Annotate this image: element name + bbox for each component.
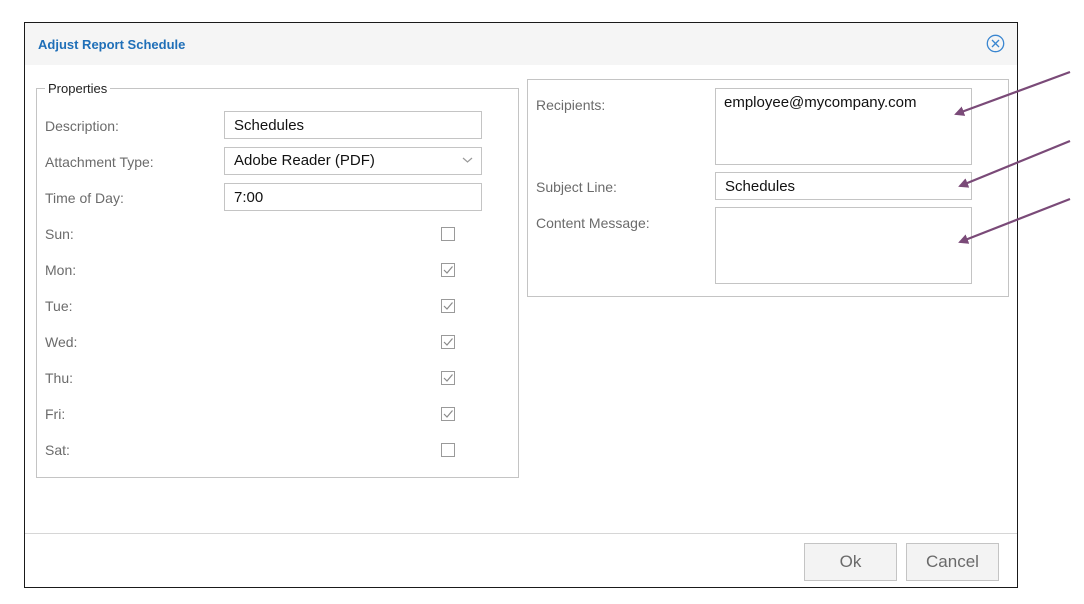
checkmark-icon xyxy=(443,374,453,382)
day-checkbox[interactable] xyxy=(441,371,455,385)
day-checkbox[interactable] xyxy=(441,263,455,277)
attachment-type-label: Attachment Type: xyxy=(45,154,154,170)
checkmark-icon xyxy=(443,338,453,346)
footer-divider xyxy=(25,533,1017,534)
day-label: Sun: xyxy=(45,226,74,242)
ok-button[interactable]: Ok xyxy=(804,543,897,581)
day-label: Tue: xyxy=(45,298,73,314)
day-label: Sat: xyxy=(45,442,70,458)
content-message-input[interactable] xyxy=(715,207,972,284)
time-of-day-input[interactable] xyxy=(224,183,482,211)
day-checkbox[interactable] xyxy=(441,407,455,421)
checkmark-icon xyxy=(443,302,453,310)
subject-line-input[interactable] xyxy=(715,172,972,200)
attachment-type-value: Adobe Reader (PDF) xyxy=(234,152,375,169)
description-input[interactable] xyxy=(224,111,482,139)
day-label: Mon: xyxy=(45,262,77,278)
dialog-title: Adjust Report Schedule xyxy=(38,37,186,52)
time-of-day-label: Time of Day: xyxy=(45,190,124,206)
recipients-input[interactable]: employee@mycompany.com xyxy=(715,88,972,165)
properties-legend: Properties xyxy=(48,81,108,96)
close-icon[interactable] xyxy=(986,34,1005,53)
checkmark-icon xyxy=(443,410,453,418)
checkmark-icon xyxy=(443,266,453,274)
dialog-titlebar: Adjust Report Schedule xyxy=(25,23,1017,65)
day-checkbox[interactable] xyxy=(441,299,455,313)
attachment-type-select[interactable]: Adobe Reader (PDF) xyxy=(224,147,482,175)
description-label: Description: xyxy=(45,118,119,134)
day-checkbox[interactable] xyxy=(441,227,455,241)
day-label: Wed: xyxy=(45,334,78,350)
day-checkbox[interactable] xyxy=(441,335,455,349)
day-checkbox[interactable] xyxy=(441,443,455,457)
recipients-label: Recipients: xyxy=(536,97,606,113)
cancel-button[interactable]: Cancel xyxy=(906,543,999,581)
subject-line-label: Subject Line: xyxy=(536,179,617,195)
chevron-down-icon xyxy=(462,157,473,163)
content-message-label: Content Message: xyxy=(536,215,650,231)
day-label: Thu: xyxy=(45,370,74,386)
adjust-report-schedule-dialog: Adjust Report Schedule Properties Descri… xyxy=(24,22,1018,588)
day-label: Fri: xyxy=(45,406,66,422)
